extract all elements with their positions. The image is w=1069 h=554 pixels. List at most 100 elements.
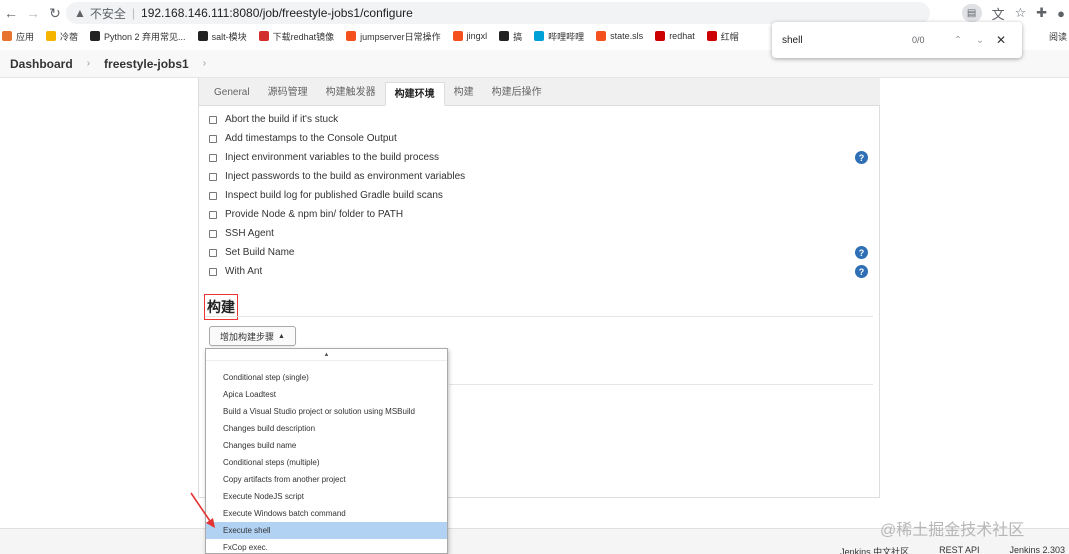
- reload-icon[interactable]: ↻: [44, 2, 66, 24]
- option-checkbox[interactable]: [209, 229, 217, 238]
- bookmark-item[interactable]: salt-模块: [197, 30, 247, 43]
- find-next-icon[interactable]: ⌄: [974, 35, 986, 46]
- bookmark-label: 冷蓿: [60, 31, 79, 42]
- bookmark-label: 红帽: [720, 31, 739, 42]
- bookmark-item[interactable]: redhat: [655, 31, 695, 41]
- menu-item[interactable]: Changes build description: [206, 420, 447, 437]
- help-icon[interactable]: ?: [855, 151, 868, 164]
- tab-3[interactable]: 构建环境: [384, 82, 445, 106]
- warning-icon: ▲: [74, 6, 86, 20]
- bookmark-item[interactable]: state.sls: [596, 31, 643, 41]
- menu-item[interactable]: Execute Windows batch command: [206, 505, 447, 522]
- bookmark-icon: [452, 31, 463, 41]
- menu-item[interactable]: Changes build name: [206, 437, 447, 454]
- menu-item[interactable]: FxCop exec.: [206, 539, 447, 554]
- scroll-up-icon[interactable]: ▲: [206, 349, 447, 361]
- option-checkbox[interactable]: [209, 134, 217, 143]
- help-icon[interactable]: ?: [855, 265, 868, 278]
- option-row: Set Build Name?: [209, 243, 869, 262]
- option-row: Inject passwords to the build as environ…: [209, 167, 869, 186]
- build-step-menu: ▲ Conditional step (single) Apica Loadtes…: [205, 348, 448, 554]
- option-label: SSH Agent: [225, 228, 274, 239]
- option-checkbox[interactable]: [209, 115, 217, 124]
- find-prev-icon[interactable]: ⌃: [952, 35, 964, 46]
- bookmark-item[interactable]: 下载redhat镜像: [258, 30, 334, 43]
- bookmark-item[interactable]: 冷蓿: [46, 30, 78, 43]
- bookmark-item[interactable]: 搞: [499, 30, 522, 43]
- option-checkbox[interactable]: [209, 210, 217, 219]
- url-separator: |: [131, 6, 136, 20]
- menu-item[interactable]: Conditional step (single): [206, 369, 447, 386]
- forward-arrow-icon[interactable]: →: [22, 2, 44, 24]
- bookmark-item[interactable]: 红帽: [706, 30, 739, 43]
- footer-rest-api-link[interactable]: REST API: [939, 545, 979, 554]
- bookmark-item[interactable]: 应用: [2, 30, 34, 43]
- option-checkbox[interactable]: [209, 267, 217, 276]
- tab-5[interactable]: 构建后操作: [483, 81, 551, 105]
- bookmark-item[interactable]: 哔哩哔哩: [534, 30, 584, 43]
- bookmark-item[interactable]: jingxl: [452, 31, 488, 41]
- bookmark-icon: [46, 31, 57, 41]
- option-label: Provide Node & npm bin/ folder to PATH: [225, 209, 404, 220]
- extensions-icon[interactable]: ✚: [1036, 5, 1047, 21]
- page-icon[interactable]: ▤: [961, 4, 982, 22]
- option-label: With Ant: [225, 266, 263, 277]
- address-bar[interactable]: ▲ 不安全 | 192.168.146.111:8080/job/freesty…: [66, 2, 930, 24]
- add-build-step-button[interactable]: 增加构建步骤 ▲: [209, 326, 296, 346]
- menu-item[interactable]: Apica Loadtest: [206, 386, 447, 403]
- menu-item[interactable]: Build a Visual Studio project or solutio…: [206, 403, 447, 420]
- chevron-right-icon[interactable]: ›: [203, 58, 206, 69]
- bookmark-icon: [706, 31, 717, 41]
- config-tabs: General 源码管理 构建触发器 构建环境 构建 构建后操作: [199, 78, 880, 106]
- option-label: Abort the build if it's stuck: [225, 114, 339, 125]
- back-arrow-icon[interactable]: ←: [0, 2, 22, 24]
- bookmark-icon: [655, 31, 666, 41]
- option-checkbox[interactable]: [209, 153, 217, 162]
- profile-icon[interactable]: ●: [1057, 6, 1065, 21]
- bookmark-label: state.sls: [610, 31, 644, 41]
- bookmark-icon: [346, 31, 357, 41]
- divider: [449, 384, 873, 385]
- tab-0[interactable]: General: [205, 81, 259, 105]
- bookmark-label: 应用: [16, 31, 35, 42]
- insecure-label: 不安全: [89, 6, 126, 21]
- breadcrumb-job[interactable]: freestyle-jobs1: [104, 57, 189, 71]
- option-label: Set Build Name: [225, 247, 295, 258]
- reading-list[interactable]: 阅读: [1049, 26, 1069, 46]
- annotation-arrow-icon: [190, 492, 215, 528]
- menu-item[interactable]: Conditional steps (multiple): [206, 454, 447, 471]
- find-input[interactable]: [782, 34, 892, 46]
- option-row: Inspect build log for published Gradle b…: [209, 186, 869, 205]
- chevron-right-icon: ›: [86, 58, 91, 69]
- tab-2[interactable]: 构建触发器: [317, 81, 385, 105]
- bookmark-icon: [2, 31, 12, 41]
- bookmark-label: 搞: [513, 31, 523, 42]
- bookmark-item[interactable]: jumpserver日常操作: [346, 30, 441, 43]
- watermark: @稀土掘金技术社区: [880, 522, 1025, 539]
- star-icon[interactable]: ☆: [1015, 5, 1027, 21]
- option-checkbox[interactable]: [209, 248, 217, 257]
- option-checkbox[interactable]: [209, 191, 217, 200]
- build-environment-options: Abort the build if it's stuck Add timesta…: [209, 110, 869, 281]
- menu-item[interactable]: Copy artifacts from another project: [206, 471, 447, 488]
- tab-4[interactable]: 构建: [445, 81, 483, 105]
- breadcrumb-dashboard[interactable]: Dashboard: [10, 57, 73, 71]
- footer-community-link[interactable]: Jenkins 中文社区: [840, 545, 909, 554]
- help-icon[interactable]: ?: [855, 246, 868, 259]
- add-build-step-label: 增加构建步骤: [220, 331, 275, 342]
- footer-version-link[interactable]: Jenkins 2.303: [1009, 545, 1065, 554]
- bookmark-icon: [258, 31, 269, 41]
- translate-icon[interactable]: 文: [992, 4, 1005, 23]
- close-icon[interactable]: ✕: [996, 33, 1006, 47]
- menu-item[interactable]: Execute NodeJS script: [206, 488, 447, 505]
- option-label: Inspect build log for published Gradle b…: [225, 190, 443, 201]
- option-checkbox[interactable]: [209, 172, 217, 181]
- bookmark-icon: [197, 31, 208, 41]
- bookmark-label: salt-模块: [211, 31, 247, 42]
- bookmark-icon: [499, 31, 510, 41]
- bookmark-label: redhat: [669, 31, 695, 41]
- menu-item[interactable]: Execute shell: [206, 522, 447, 539]
- bookmark-label: jingxl: [466, 31, 488, 41]
- bookmark-item[interactable]: Python 2 弃用常见...: [90, 30, 186, 43]
- tab-1[interactable]: 源码管理: [259, 81, 317, 105]
